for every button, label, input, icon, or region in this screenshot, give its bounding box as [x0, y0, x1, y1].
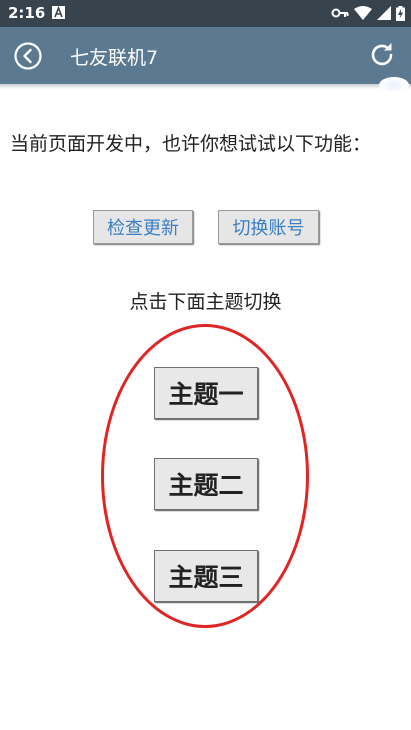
check-update-button[interactable]: 检查更新 [93, 210, 193, 244]
page-title: 七友联机7 [70, 47, 159, 69]
theme-1-button[interactable]: 主题一 [154, 367, 258, 419]
battery-charging-icon [396, 5, 405, 21]
theme-hint: 点击下面主题切换 [129, 291, 282, 313]
switch-account-button[interactable]: 切换账号 [218, 210, 319, 244]
refresh-icon[interactable] [367, 40, 397, 70]
system-icons [331, 5, 405, 21]
wifi-icon [354, 6, 372, 20]
status-time: 2:16 [8, 4, 46, 22]
signal-icon [377, 6, 391, 20]
status-bar: 2:16 [0, 0, 411, 27]
key-icon [331, 8, 349, 18]
theme-3-button[interactable]: 主题三 [154, 550, 258, 602]
theme-2-button[interactable]: 主题二 [154, 458, 258, 510]
back-icon[interactable] [13, 41, 43, 71]
app-bar-shadow [0, 84, 411, 89]
pull-refresh-indicator [379, 77, 409, 93]
development-message: 当前页面开发中，也许你想试试以下功能： [10, 133, 372, 155]
app-bar: 七友联机7 [0, 27, 411, 84]
notification-a-icon [52, 6, 65, 19]
